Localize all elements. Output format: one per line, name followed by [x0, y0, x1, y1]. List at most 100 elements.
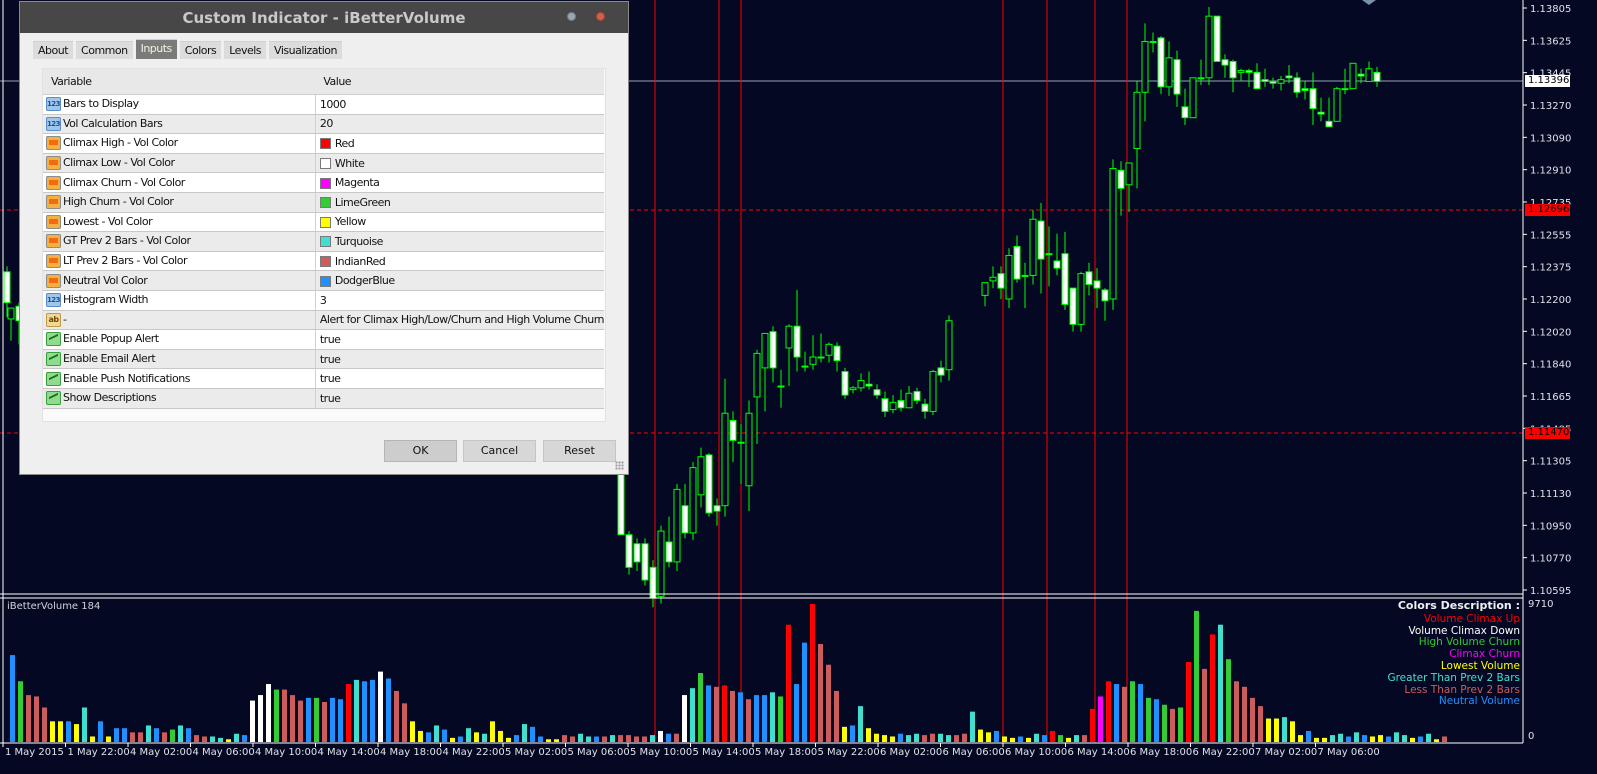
volume-bar	[746, 699, 751, 742]
volume-bar	[1130, 681, 1135, 742]
dialog-titlebar[interactable]: Custom Indicator - iBetterVolume	[20, 2, 628, 33]
param-value-cell[interactable]: true	[315, 349, 604, 370]
param-row[interactable]: Enable Email Alert true	[43, 349, 604, 370]
tab-inputs[interactable]: Inputs	[135, 39, 177, 59]
candle-body	[1237, 70, 1245, 73]
candlestick	[1133, 81, 1141, 189]
param-row[interactable]: LT Prev 2 Bars - Vol Color IndianRed	[43, 251, 604, 272]
volume-bar	[122, 728, 127, 742]
price-tick-label: 1.10770	[1530, 554, 1571, 565]
time-tick-label: 1 May 22:00	[68, 747, 130, 758]
param-variable-cell[interactable]: High Churn - Vol Color	[43, 192, 316, 213]
param-value-cell[interactable]: LimeGreen	[315, 192, 604, 213]
candle-body	[1245, 70, 1253, 73]
tab-levels[interactable]: Levels	[224, 41, 267, 59]
volume-bar	[1330, 735, 1335, 742]
volume-bar	[306, 697, 311, 742]
param-variable-cell[interactable]: Enable Email Alert	[43, 349, 316, 370]
param-row[interactable]: 123 Vol Calculation Bars 20	[43, 114, 604, 135]
param-name: Climax Low - Vol Color	[63, 156, 175, 170]
param-variable-cell[interactable]: Show Descriptions	[43, 388, 316, 409]
param-variable-cell[interactable]: LT Prev 2 Bars - Vol Color	[43, 251, 316, 272]
param-variable-cell[interactable]: Enable Push Notifications	[43, 368, 316, 389]
param-value-cell[interactable]: 20	[315, 114, 604, 135]
time-tick-label: 6 May 14:00	[1068, 747, 1130, 758]
param-row[interactable]: Enable Push Notifications true	[43, 368, 604, 389]
param-value: Yellow	[334, 215, 366, 229]
param-variable-cell[interactable]: ab -	[43, 310, 316, 331]
param-value-cell[interactable]: Red	[315, 133, 604, 154]
param-value-cell[interactable]: Alert for Climax High/Low/Churn and High…	[315, 310, 605, 331]
param-row[interactable]: 123 Histogram Width 3	[43, 290, 604, 311]
candlestick	[625, 531, 633, 575]
volume-bar	[1234, 681, 1239, 742]
price-tick-label: 1.11665	[1530, 392, 1571, 403]
volume-bar	[354, 679, 359, 742]
param-variable-cell[interactable]: Enable Popup Alert	[43, 329, 316, 350]
param-value-cell[interactable]: Magenta	[315, 172, 604, 193]
param-value-cell[interactable]: true	[315, 388, 604, 409]
param-value: DodgerBlue	[334, 274, 395, 288]
param-value-cell[interactable]: DodgerBlue	[315, 270, 604, 291]
param-row[interactable]: Climax Churn - Vol Color Magenta	[43, 172, 604, 193]
volume-bar	[1346, 736, 1351, 742]
param-row[interactable]: High Churn - Vol Color LimeGreen	[43, 192, 604, 213]
param-row[interactable]: Climax Low - Vol Color White	[43, 153, 604, 174]
param-value-cell[interactable]: 3	[315, 290, 604, 311]
column-header-value[interactable]: Value	[315, 69, 604, 95]
param-value-cell[interactable]: Yellow	[315, 212, 604, 233]
param-row[interactable]: Lowest - Vol Color Yellow	[43, 212, 604, 233]
param-value-cell[interactable]: true	[315, 329, 604, 350]
param-variable-cell[interactable]: 123 Histogram Width	[43, 290, 316, 311]
candle-body	[1021, 274, 1029, 277]
param-variable-cell[interactable]: 123 Bars to Display	[43, 94, 316, 115]
param-variable-cell[interactable]: Climax Churn - Vol Color	[43, 172, 316, 193]
param-value-cell[interactable]: true	[315, 368, 604, 389]
volume-bar	[930, 733, 935, 742]
volume-bar	[1426, 733, 1431, 742]
candlestick	[1293, 72, 1301, 98]
tab-colors[interactable]: Colors	[179, 41, 222, 59]
volume-bar	[1090, 708, 1095, 742]
tab-about[interactable]: About	[33, 41, 74, 59]
volume-bar	[690, 688, 695, 742]
param-value-cell[interactable]: Turquoise	[315, 231, 604, 252]
resize-grip-icon[interactable]	[615, 461, 624, 470]
tab-visualization[interactable]: Visualization	[269, 41, 343, 59]
candle-body	[761, 332, 769, 369]
candle-body	[793, 325, 801, 358]
candlestick	[1173, 50, 1181, 107]
column-header-variable[interactable]: Variable	[43, 69, 316, 95]
param-row[interactable]: Enable Popup Alert true	[43, 329, 604, 350]
param-variable-cell[interactable]: Neutral Vol Color	[43, 270, 316, 291]
volume-bar	[594, 736, 599, 742]
time-tick-label: 4 May 02:00	[130, 747, 192, 758]
param-row[interactable]: Climax High - Vol Color Red	[43, 133, 604, 154]
candle-body	[1341, 88, 1349, 91]
reset-button[interactable]: Reset	[543, 440, 616, 462]
param-row[interactable]: Show Descriptions true	[43, 388, 604, 409]
param-variable-cell[interactable]: 123 Vol Calculation Bars	[43, 114, 316, 135]
volume-bar	[858, 706, 863, 742]
help-icon[interactable]	[567, 12, 576, 21]
param-row[interactable]: GT Prev 2 Bars - Vol Color Turquoise	[43, 231, 604, 252]
cancel-button[interactable]: Cancel	[463, 440, 536, 462]
param-value-cell[interactable]: 1000	[315, 94, 604, 115]
candlestick	[833, 342, 841, 372]
close-icon[interactable]	[596, 12, 605, 21]
volume-bar	[650, 735, 655, 742]
param-row[interactable]: ab - Alert for Climax High/Low/Churn and H…	[43, 310, 605, 331]
volume-bar	[130, 732, 135, 742]
param-variable-cell[interactable]: Climax High - Vol Color	[43, 133, 316, 154]
param-value-cell[interactable]: IndianRed	[315, 251, 604, 272]
param-variable-cell[interactable]: Lowest - Vol Color	[43, 212, 316, 233]
param-variable-cell[interactable]: Climax Low - Vol Color	[43, 153, 316, 174]
param-variable-cell[interactable]: GT Prev 2 Bars - Vol Color	[43, 231, 316, 252]
param-row[interactable]: 123 Bars to Display 1000	[43, 94, 604, 115]
param-value-cell[interactable]: White	[315, 153, 604, 174]
param-row[interactable]: Neutral Vol Color DodgerBlue	[43, 270, 604, 291]
ok-button[interactable]: OK	[384, 440, 457, 462]
price-tick-label: 1.12910	[1530, 166, 1571, 177]
tab-common[interactable]: Common	[76, 41, 133, 59]
volume-bar	[1178, 707, 1183, 742]
